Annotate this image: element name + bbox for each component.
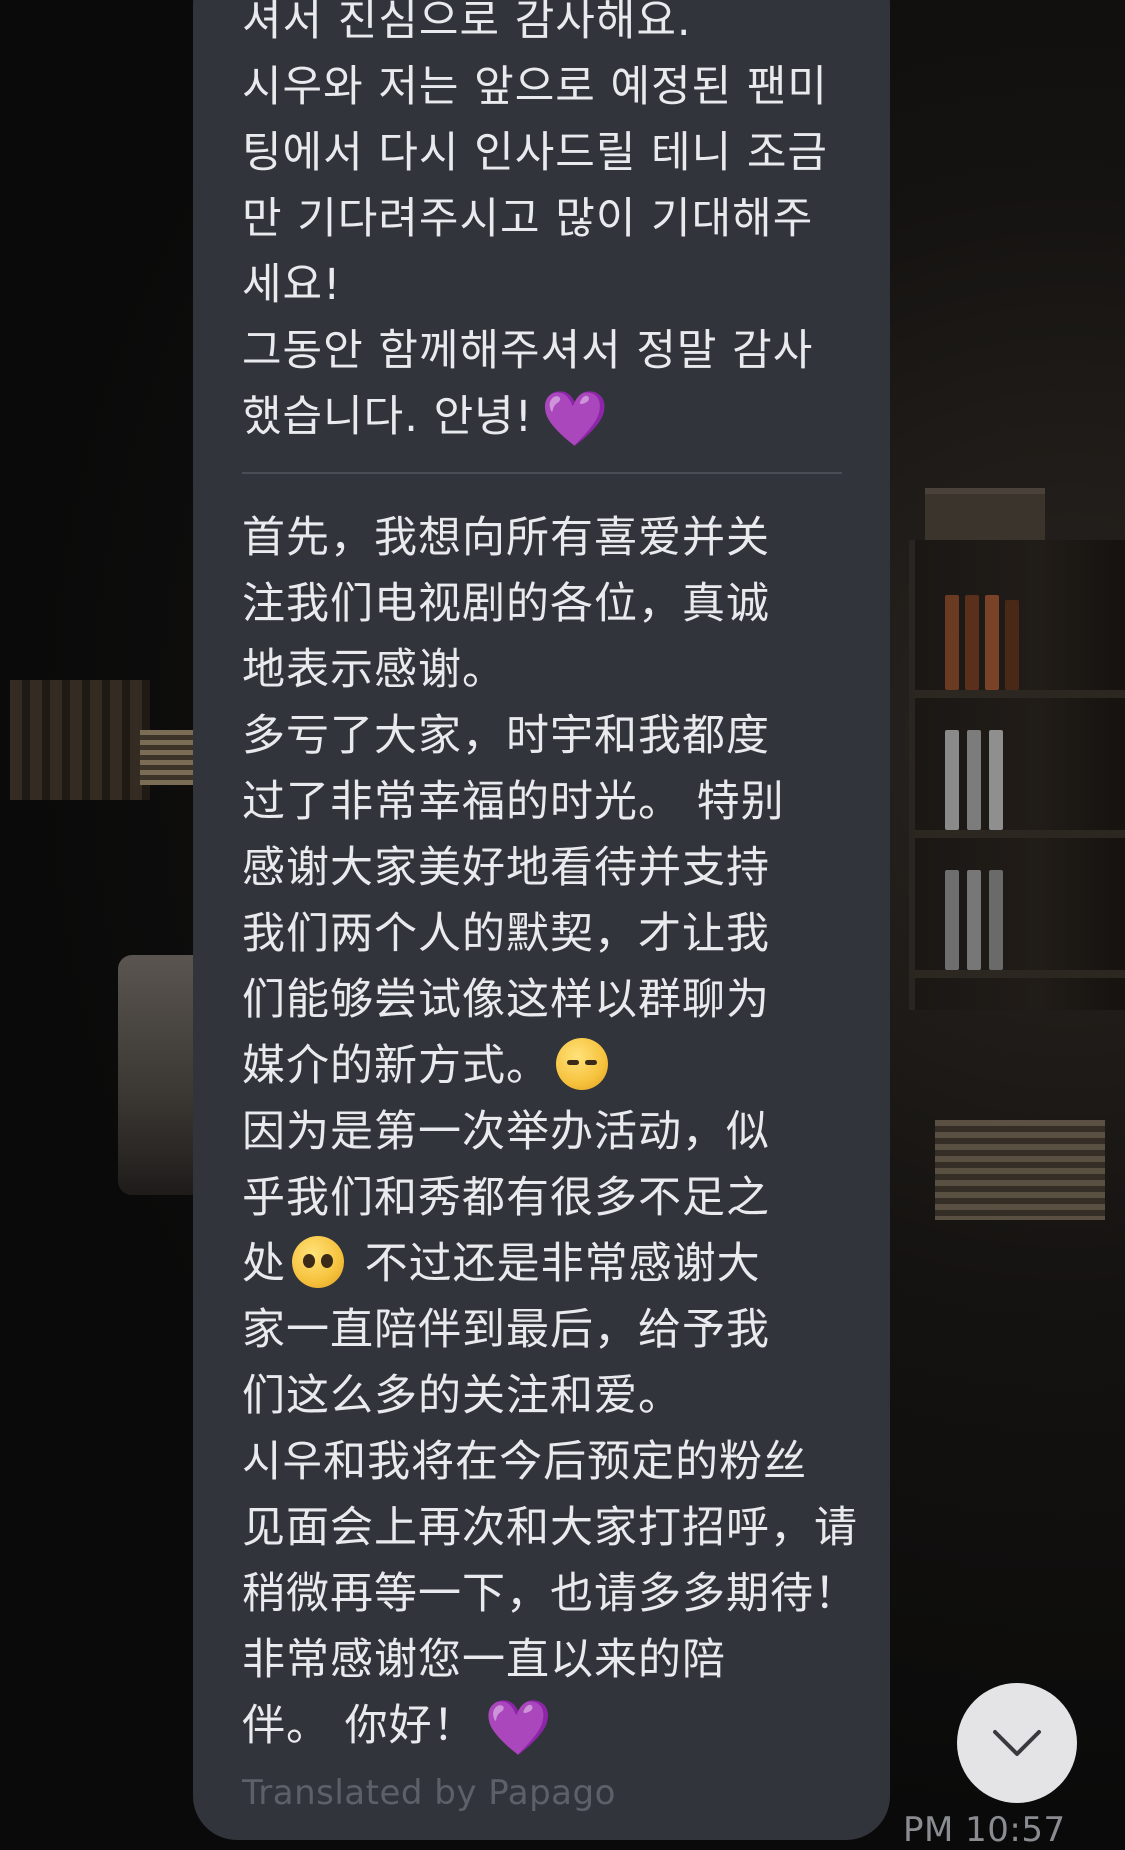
scroll-to-bottom-button[interactable] [957,1683,1077,1803]
translation-part-1: 首先，我想向所有喜爱并关 注我们电视剧的各位，真诚 地表示感谢。 多亏了大家，时… [242,513,785,1091]
translation-divider [242,472,842,474]
message-korean-body: 셔서 진심으로 감사해요. 시우와 저는 앞으로 예정된 팬미 팅에서 다시 인… [242,0,828,442]
background-book [1005,600,1019,690]
background-binder [989,730,1003,830]
translated-by-label: Translated by Papago [242,1773,616,1813]
background-binder [967,730,981,830]
background-chair [118,955,198,1195]
background-binder [989,870,1003,970]
background-paper-stack [935,1120,1105,1220]
message-text-translation: 首先，我想向所有喜爱并关 注我们电视剧的各位，真诚 地表示感谢。 多亏了大家，时… [242,505,862,1761]
background-files [10,680,150,800]
background-book [985,595,999,690]
shelf-board [915,970,1125,978]
message-text-korean: 셔서 진심으로 감사해요. 시우와 저는 앞으로 예정된 팬미 팅에서 다시 인… [242,0,862,452]
background-bookshelf [909,540,1125,1010]
background-book [965,595,979,690]
purple-heart-emoji: 💜 [540,387,610,450]
message-timestamp: PM 10:57 [903,1810,1066,1850]
purple-heart-emoji: 💜 [484,1696,553,1759]
chevron-down-icon [993,1730,1041,1756]
background-binder [945,730,959,830]
translation-part-3: 不过还是非常感谢大 家一直陪伴到最后，给予我 们这么多的关注和爱。 시우和我将在… [242,1239,858,1751]
pleading-face-icon [292,1236,344,1288]
chat-screen: 셔서 진심으로 감사해요. 시우와 저는 앞으로 예정된 팬미 팅에서 다시 인… [0,0,1125,1850]
shelf-board [915,690,1125,698]
shelf-board [915,830,1125,838]
background-papers [140,730,200,785]
background-binder [945,870,959,970]
background-box [925,488,1045,548]
kissing-cat-face-icon [556,1038,608,1090]
background-binder [967,870,981,970]
background-book [945,595,959,690]
